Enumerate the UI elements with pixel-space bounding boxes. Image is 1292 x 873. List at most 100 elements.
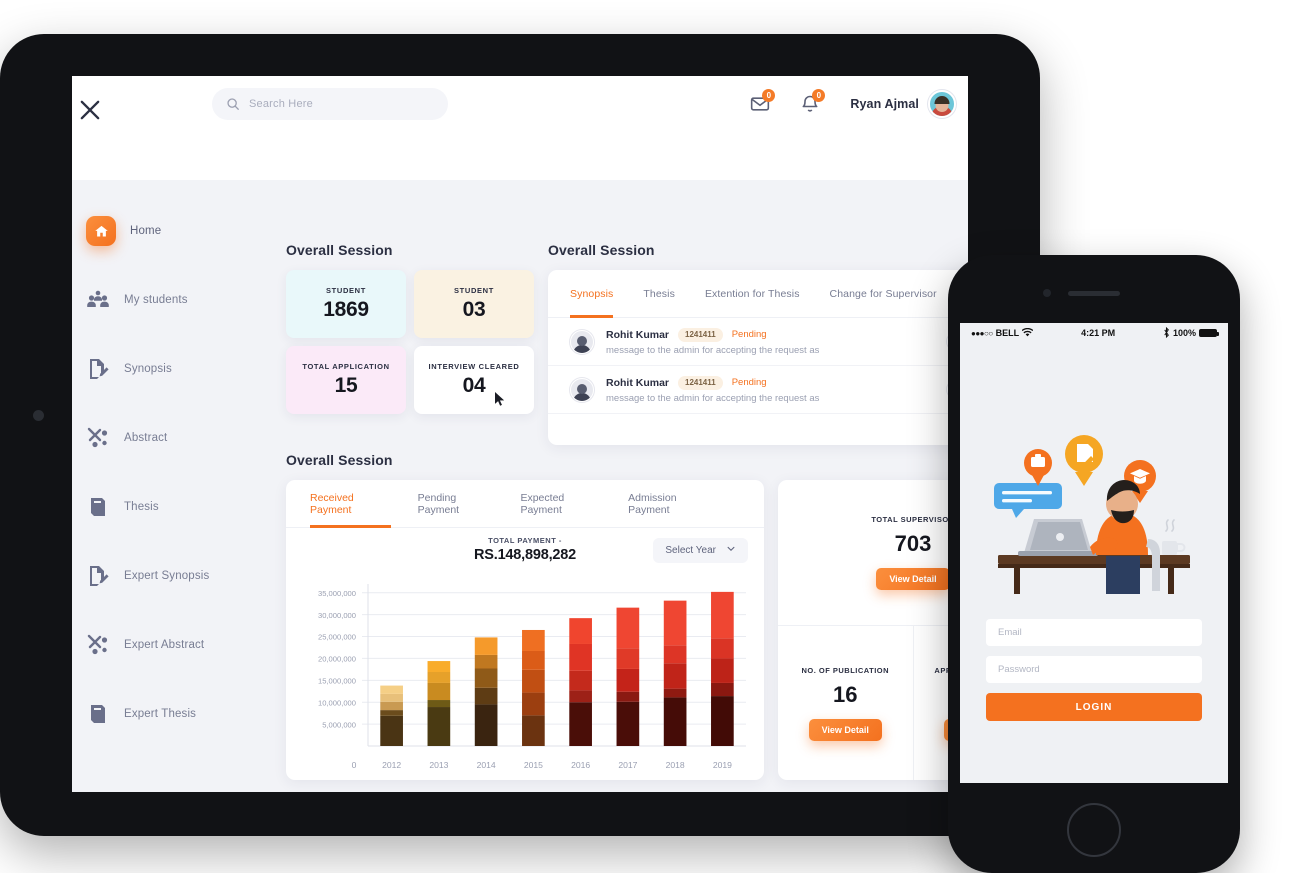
svg-text:20,000,000: 20,000,000 [318,655,356,664]
edit-document-icon [86,357,110,381]
bell-badge: 0 [812,89,826,102]
tab-expected-payment[interactable]: Expected Payment [520,480,601,528]
view-detail-button-total-supervisor[interactable]: View Detail [876,568,950,590]
sidebar-label: Expert Synopsis [124,570,210,582]
book-icon [86,495,110,519]
avatar [570,329,594,354]
tablet-screen: Search Here 0 0 Ryan Ajmal Home My stude… [72,76,968,792]
tablet-camera [33,410,44,421]
login-button[interactable]: LOGIN [986,693,1202,721]
svg-text:2012: 2012 [382,760,401,770]
bell-icon[interactable]: 0 [800,89,826,114]
mouse-cursor-icon [495,392,506,406]
svg-text:5,000,000: 5,000,000 [322,720,356,729]
tab-thesis[interactable]: Thesis [643,270,675,318]
sidebar-item-expert-thesis[interactable]: Expert Thesis [72,693,212,735]
table-row[interactable]: Rohit Kumar 1241411 Pending message to t… [548,366,968,414]
chart-header: TOTAL PAYMENT - RS.148,898,282 Select Ye… [286,528,764,580]
tab-synopsis[interactable]: Synopsis [570,270,614,318]
stat-card-student-total[interactable]: STUDENT 1869 [286,270,406,338]
sidebar-item-synopsis[interactable]: Synopsis [72,348,212,390]
home-button[interactable] [1067,803,1121,857]
requests-tabs: Synopsis Thesis Extention for Thesis Cha… [548,270,968,318]
select-year-dropdown[interactable]: Select Year [653,538,748,563]
tab-pending-payment[interactable]: Pending Payment [418,480,494,528]
students-icon [86,288,110,312]
svg-text:2016: 2016 [571,760,590,770]
email-field[interactable] [986,619,1202,646]
sidebar-item-my-students[interactable]: My students [72,279,212,321]
tab-received-payment[interactable]: Received Payment [310,480,391,528]
book-icon [86,702,110,726]
sidebar-label: Thesis [124,501,159,513]
svg-text:10,000,000: 10,000,000 [318,698,356,707]
status-badge: Pending [731,377,767,388]
request-message: message to the admin for accepting the r… [606,344,820,356]
sidebar-label: Expert Abstract [124,639,205,651]
stat-card-total-application[interactable]: TOTAL APPLICATION 15 [286,346,406,414]
stat-value: 1869 [323,298,369,321]
svg-text:35,000,000: 35,000,000 [318,589,356,598]
bluetooth-icon [1163,326,1170,340]
signal-dots-icon: ●●●○○ [971,328,993,338]
sidebar-item-expert-synopsis[interactable]: Expert Synopsis [72,555,212,597]
request-id-badge: 1241411 [678,327,723,342]
stat-card-interview-cleared[interactable]: INTERVIEW CLEARED 04 [414,346,534,414]
phone-screen: ●●●○○ BELL 4:21 PM 100% Email LOGIN [960,323,1228,783]
briefcase-pin-icon [1024,449,1052,486]
status-badge: Pending [731,329,767,340]
supervisor-panel: TOTAL SUPERVISOR 703 View Detail NO. OF … [778,480,968,780]
battery-percent: 100% [1172,328,1196,338]
sidebar-item-home[interactable]: Home [72,210,212,252]
total-supervisor-block: TOTAL SUPERVISOR 703 View Detail [778,480,968,626]
search-input[interactable]: Search Here [212,88,448,120]
stat-label: TOTAL APPLICATION [302,362,390,371]
mail-badge: 0 [762,89,776,102]
svg-text:2017: 2017 [618,760,637,770]
network-nodes-icon [86,633,110,657]
svg-text:0: 0 [352,760,357,770]
carrier-name: BELL [995,328,1020,338]
chat-bubble-icon [994,483,1062,518]
svg-text:25,000,000: 25,000,000 [318,633,356,642]
stat-value: 03 [462,298,486,321]
network-nodes-icon [86,426,110,450]
svg-text:2019: 2019 [713,760,732,770]
tablet-device: Search Here 0 0 Ryan Ajmal Home My stude… [0,34,1040,836]
request-name: Rohit Kumar [606,328,669,341]
stat-card-student-new[interactable]: STUDENT 03 [414,270,534,338]
chevron-down-icon [726,544,736,557]
sidebar-item-thesis[interactable]: Thesis [72,486,212,528]
stat-value: 15 [334,374,358,397]
phone-device: ●●●○○ BELL 4:21 PM 100% Email LOGIN [948,255,1240,873]
search-placeholder: Search Here [249,98,313,110]
tab-change-for-supervisor[interactable]: Change for Supervisor [830,270,937,318]
home-icon [86,216,116,246]
table-row[interactable]: Rohit Kumar 1241411 Pending message to t… [548,318,968,366]
svg-text:15,000,000: 15,000,000 [318,677,356,686]
sidebar-label: Synopsis [124,363,172,375]
page-title-overall-session-left: Overall Session [286,242,393,258]
password-field[interactable] [986,656,1202,683]
sidebar-item-abstract[interactable]: Abstract [72,417,212,459]
phone-camera [1043,289,1051,297]
user-menu[interactable]: Ryan Ajmal [850,90,956,118]
stat-label: STUDENT [326,286,366,295]
svg-text:2015: 2015 [524,760,543,770]
mail-icon[interactable]: 0 [750,89,776,114]
total-payment-label: TOTAL PAYMENT - [488,536,562,545]
avatar [570,377,594,402]
search-icon [226,97,240,111]
sidebar-item-expert-abstract[interactable]: Expert Abstract [72,624,212,666]
svg-text:2018: 2018 [666,760,685,770]
avatar[interactable] [928,90,956,118]
close-icon[interactable] [76,96,104,124]
select-year-label: Select Year [665,545,716,556]
sidebar-label: Expert Thesis [124,708,197,720]
tab-admission-payment[interactable]: Admission Payment [628,480,713,528]
edit-document-icon [86,564,110,588]
sidebar-label: Home [130,225,162,237]
stat-label: INTERVIEW CLEARED [428,362,520,371]
tab-extention-for-thesis[interactable]: Extention for Thesis [705,270,800,318]
view-detail-button-publication[interactable]: View Detail [808,718,882,741]
